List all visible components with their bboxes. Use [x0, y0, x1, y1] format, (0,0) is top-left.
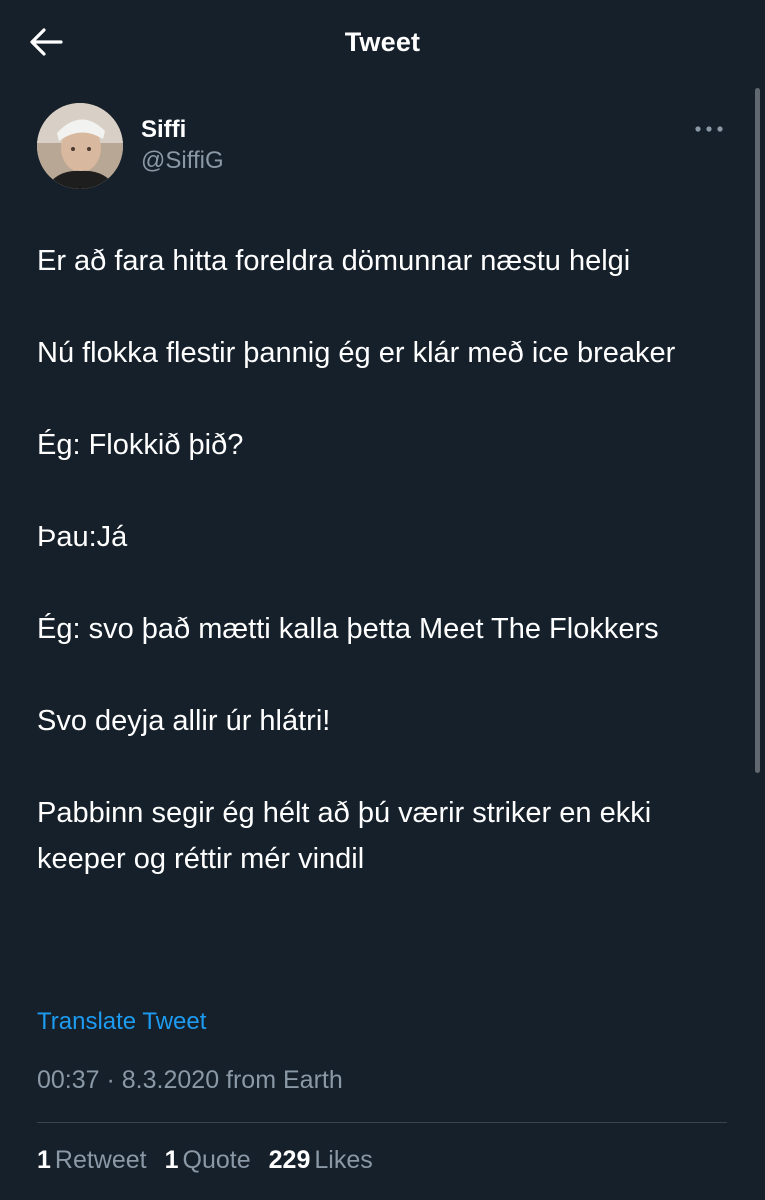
tweet-text: Er að fara hitta foreldra dömunnar næstu…	[37, 238, 737, 928]
tweet-paragraph: Er að fara hitta foreldra dömunnar næstu…	[37, 245, 631, 277]
top-bar: Tweet	[0, 0, 765, 84]
likes-count: 229	[268, 1146, 311, 1174]
tweet-paragraph: Nú flokka flestir þannig ég er klár með …	[37, 337, 676, 369]
tweet-timestamp: 00:37 · 8.3.2020 from Earth	[37, 1066, 343, 1094]
likes-stat[interactable]: 229 Likes	[269, 1146, 373, 1175]
tweet-paragraph: Pabbinn segir ég hélt að þú værir strike…	[37, 797, 652, 875]
quotes-count: 1	[164, 1146, 179, 1174]
translate-tweet-link[interactable]: Translate Tweet	[37, 1008, 206, 1036]
avatar[interactable]	[37, 103, 123, 189]
tweet-paragraph: Ég: svo það mætti kalla þetta Meet The F…	[37, 613, 659, 645]
scrollbar[interactable]	[755, 88, 760, 773]
arrow-left-icon	[30, 28, 63, 56]
more-horizontal-icon	[695, 126, 723, 132]
more-options-button[interactable]	[691, 117, 727, 141]
author-row: Siffi @SiffiG	[37, 103, 727, 191]
tweet-paragraph: Svo deyja allir úr hlátri!	[37, 705, 331, 737]
tweet-paragraph: Ég: Flokkið þið?	[37, 429, 244, 461]
author-names: Siffi @SiffiG	[141, 115, 224, 177]
page-title: Tweet	[344, 26, 421, 57]
divider	[37, 1122, 727, 1123]
quotes-label: Quote	[182, 1146, 251, 1174]
retweets-count: 1	[37, 1146, 51, 1174]
tweet-paragraph: Þau:Já	[37, 521, 128, 553]
engagement-stats: 1 Retweet 1 Quote 229 Likes	[37, 1146, 373, 1175]
quotes-stat[interactable]: 1 Quote	[165, 1146, 251, 1175]
tweet-detail-screen: Tweet Siffi @SiffiG Er að fara hitta for…	[0, 0, 765, 1200]
author-handle[interactable]: @SiffiG	[141, 145, 224, 177]
back-button[interactable]	[24, 20, 68, 64]
likes-label: Likes	[314, 1146, 373, 1174]
retweets-stat[interactable]: 1 Retweet	[37, 1146, 147, 1175]
retweets-label: Retweet	[54, 1146, 147, 1174]
author-name[interactable]: Siffi	[141, 115, 224, 145]
avatar-image	[37, 103, 123, 189]
